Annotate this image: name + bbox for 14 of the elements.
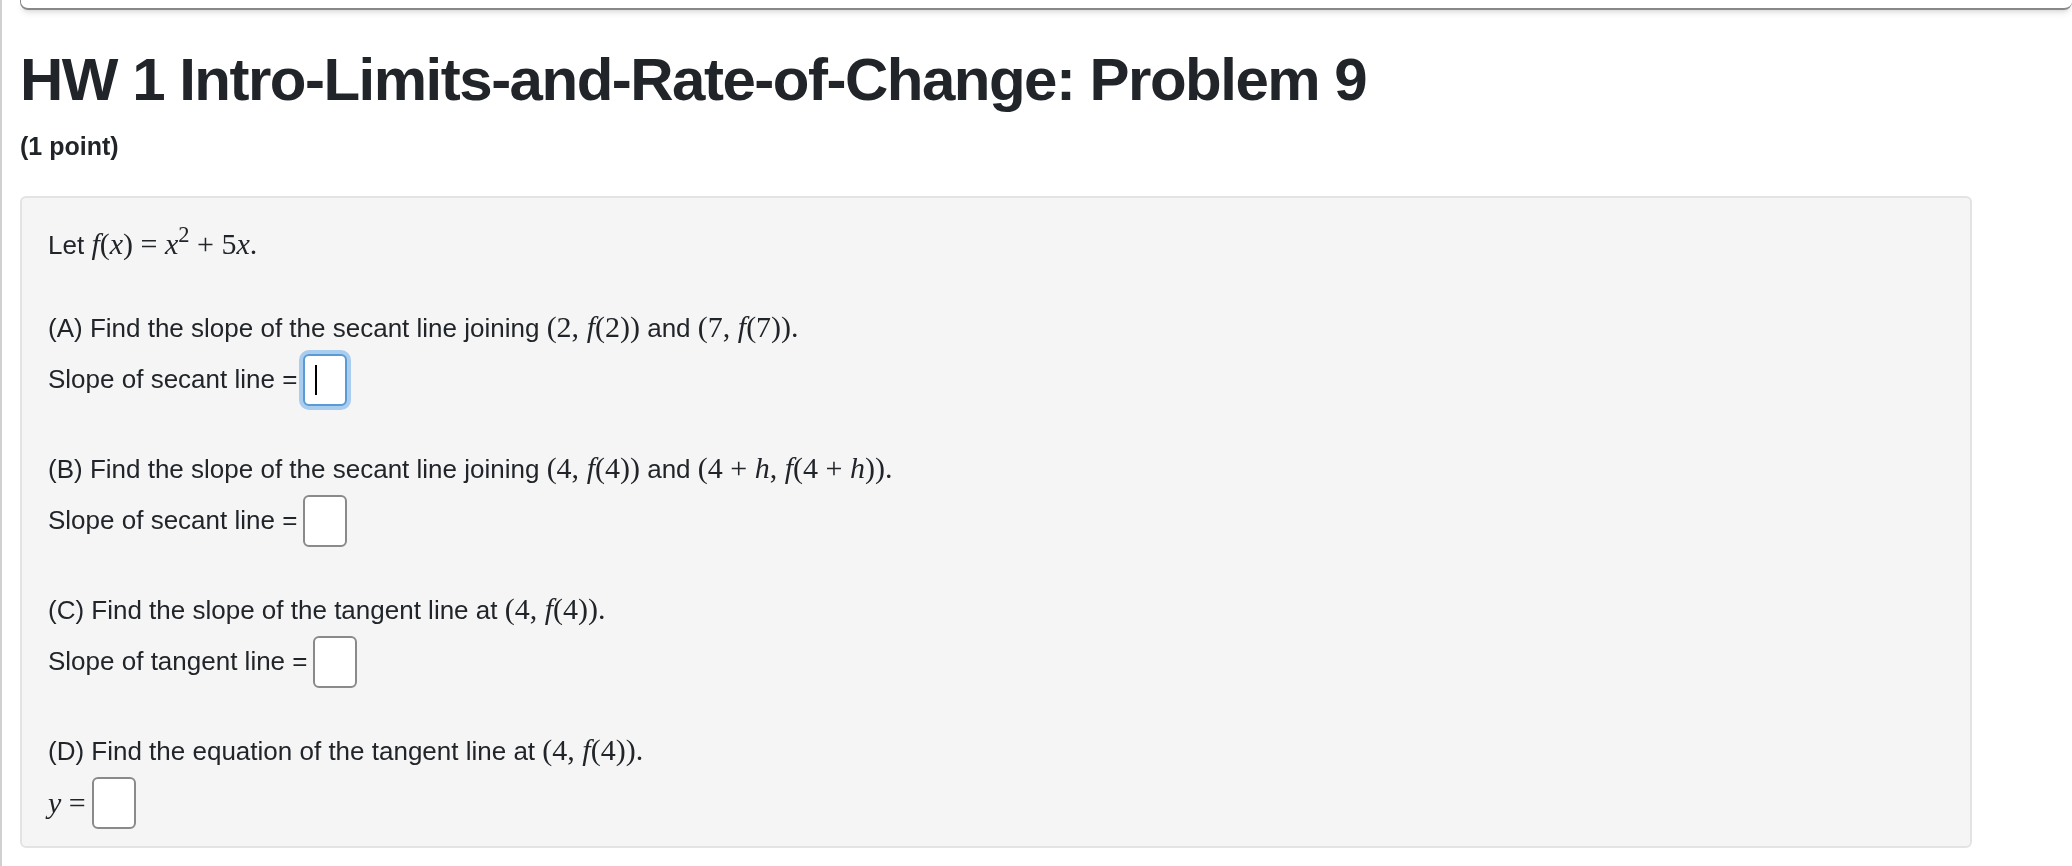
answer-field[interactable] — [313, 635, 358, 688]
answer-field[interactable] — [91, 776, 136, 829]
answer-label: Slope of tangent line = — [48, 645, 308, 678]
problem-statement: Let f(x) = x$^{2}$ + 5x. — [48, 223, 259, 262]
text-cursor-icon — [315, 364, 318, 395]
question-text: (D) Find the equation of the tangent line at (4, f(4)). — [48, 731, 645, 768]
question-text: (A) Find the slope of the secant line joining (2, f(2)) and (7, f(7)). — [48, 308, 800, 345]
answer-field[interactable] — [303, 494, 348, 547]
question-text: (C) Find the slope of the tangent line at (4, f(4)). — [48, 590, 607, 627]
answer-label: Slope of secant line = — [48, 504, 298, 537]
points-label: (1 point) — [20, 131, 120, 162]
answer-label: Slope of secant line = — [48, 363, 298, 396]
problem-title: HW 1 Intro-Limits-and-Rate-of-Change: Problem 9 — [20, 45, 1368, 115]
question-text: (B) Find the slope of the secant line joining (4, f(4)) and (4 + h, f(4 + h)). — [48, 449, 894, 486]
